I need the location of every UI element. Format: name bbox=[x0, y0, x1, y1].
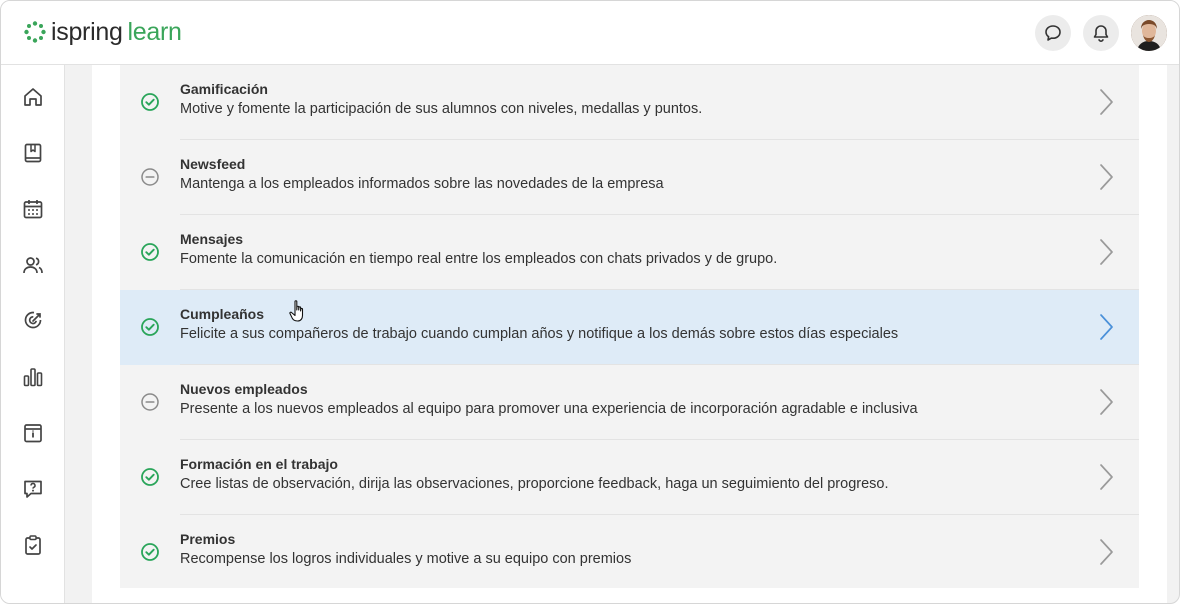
main-content: Gamificación Motive y fomente la partici… bbox=[92, 65, 1167, 603]
info-board-icon bbox=[24, 424, 42, 443]
chevron-right-icon[interactable] bbox=[1096, 312, 1116, 342]
feature-description: Mantenga a los empleados informados sobr… bbox=[180, 176, 664, 192]
feature-row[interactable]: Cumpleaños Felicite a sus compañeros de … bbox=[120, 290, 1139, 365]
target-icon bbox=[24, 311, 42, 329]
chat-bubble-icon bbox=[1045, 25, 1061, 41]
feature-title: Premios bbox=[180, 531, 236, 547]
feature-description: Recompense los logros individuales y mot… bbox=[180, 551, 632, 567]
bar-chart-icon bbox=[23, 368, 43, 387]
feature-description: Motive y fomente la participación de sus… bbox=[180, 101, 703, 117]
feature-title: Formación en el trabajo bbox=[180, 456, 338, 472]
feature-title: Nuevos empleados bbox=[180, 381, 308, 397]
chat-button[interactable] bbox=[1035, 15, 1071, 51]
chevron-right-icon[interactable] bbox=[1096, 462, 1116, 492]
top-header: ispring learn bbox=[1, 1, 1179, 65]
logo-text-learn: learn bbox=[127, 17, 182, 46]
clipboard-check-icon bbox=[25, 535, 41, 555]
chevron-right-icon[interactable] bbox=[1096, 387, 1116, 417]
feature-description: Presente a los nuevos empleados al equip… bbox=[180, 401, 918, 417]
feature-title: Mensajes bbox=[180, 231, 244, 247]
logo-burst-icon bbox=[24, 21, 46, 43]
logo-text-ispring: ispring bbox=[51, 17, 123, 46]
calendar-icon bbox=[23, 200, 43, 219]
feature-row[interactable]: Gamificación Motive y fomente la partici… bbox=[120, 65, 1139, 140]
check-circle-icon bbox=[141, 543, 159, 561]
sidebar-item-goals[interactable] bbox=[19, 307, 47, 335]
feature-list: Gamificación Motive y fomente la partici… bbox=[120, 65, 1139, 588]
left-sidebar bbox=[1, 65, 65, 603]
users-icon bbox=[23, 257, 43, 274]
feature-row[interactable]: Nuevos empleados Presente a los nuevos e… bbox=[120, 365, 1139, 440]
avatar-portrait bbox=[1131, 15, 1167, 51]
ispring-learn-logo[interactable]: ispring learn bbox=[23, 15, 182, 49]
sidebar-item-assignments[interactable] bbox=[19, 531, 47, 559]
feature-row[interactable]: Mensajes Fomente la comunicación en tiem… bbox=[120, 215, 1139, 290]
help-message-icon bbox=[24, 480, 42, 498]
sidebar-item-calendar[interactable] bbox=[19, 195, 47, 223]
feature-title: Cumpleaños bbox=[180, 306, 265, 322]
check-circle-icon bbox=[141, 318, 159, 336]
chevron-right-icon[interactable] bbox=[1096, 237, 1116, 267]
notifications-button[interactable] bbox=[1083, 15, 1119, 51]
sidebar-item-courses[interactable] bbox=[19, 139, 47, 167]
chevron-right-icon[interactable] bbox=[1096, 162, 1116, 192]
feature-title: Gamificación bbox=[180, 81, 268, 97]
book-icon bbox=[24, 143, 42, 163]
feature-row[interactable]: Formación en el trabajo Cree listas de o… bbox=[120, 440, 1139, 515]
feature-row[interactable]: Newsfeed Mantenga a los empleados inform… bbox=[120, 140, 1139, 215]
feature-row[interactable]: Premios Recompense los logros individual… bbox=[120, 515, 1139, 590]
chevron-right-icon[interactable] bbox=[1096, 87, 1116, 117]
chevron-right-icon[interactable] bbox=[1096, 537, 1116, 567]
minus-circle-icon bbox=[141, 168, 159, 186]
home-icon bbox=[24, 88, 42, 106]
check-circle-icon bbox=[141, 243, 159, 261]
sidebar-item-help[interactable] bbox=[19, 475, 47, 503]
feature-description: Felicite a sus compañeros de trabajo cua… bbox=[180, 326, 899, 342]
sidebar-item-home[interactable] bbox=[19, 83, 47, 111]
check-circle-icon bbox=[141, 468, 159, 486]
sidebar-item-users[interactable] bbox=[19, 251, 47, 279]
feature-description: Cree listas de observación, dirija las o… bbox=[180, 476, 889, 492]
minus-circle-icon bbox=[141, 393, 159, 411]
sidebar-item-info[interactable] bbox=[19, 419, 47, 447]
check-circle-icon bbox=[141, 93, 159, 111]
sidebar-item-reports[interactable] bbox=[19, 363, 47, 391]
feature-description: Fomente la comunicación en tiempo real e… bbox=[180, 251, 778, 267]
bell-icon bbox=[1093, 25, 1109, 42]
feature-title: Newsfeed bbox=[180, 156, 246, 172]
hand-pointer-cursor bbox=[289, 300, 304, 322]
user-avatar[interactable] bbox=[1131, 15, 1167, 51]
app-window: ispring learn Gamificación Motive y fome… bbox=[0, 0, 1180, 604]
